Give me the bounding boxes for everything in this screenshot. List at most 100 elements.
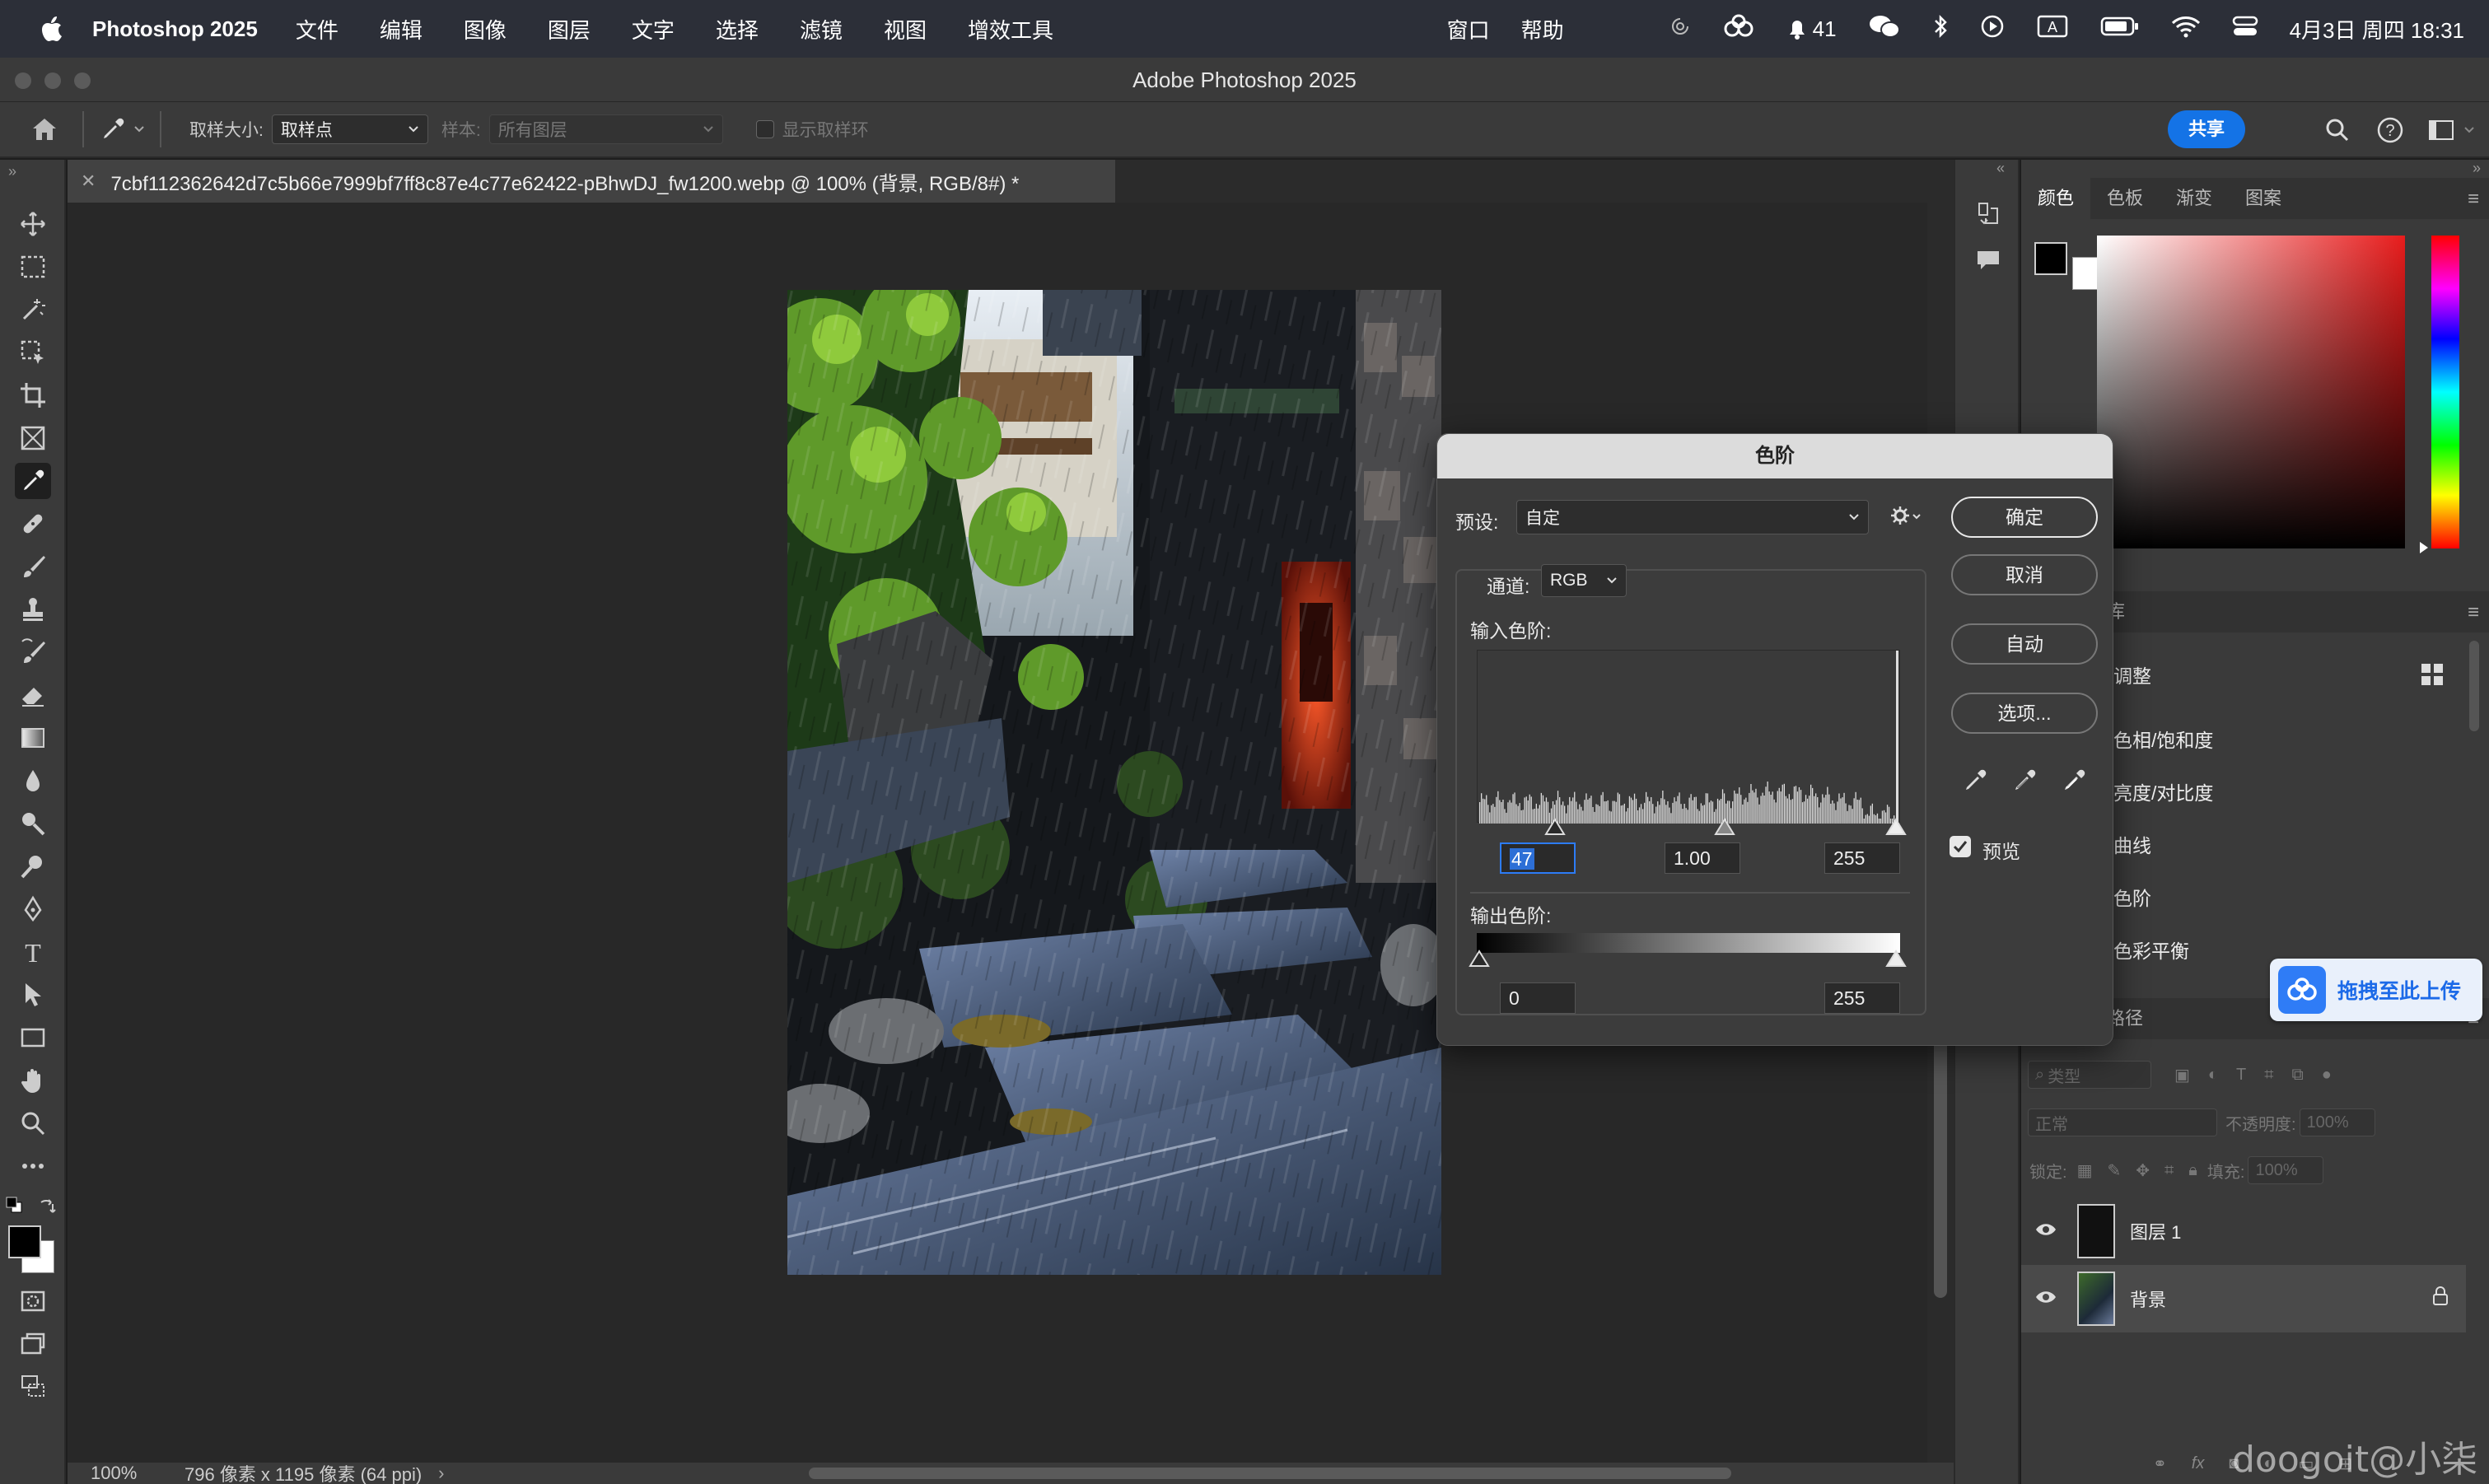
input-black-slider[interactable] — [1544, 818, 1566, 842]
object-selection-tool-icon[interactable] — [15, 292, 51, 328]
input-gamma-slider[interactable] — [1714, 818, 1735, 842]
crop-tool-icon[interactable] — [15, 377, 51, 413]
hand-tool-icon[interactable] — [15, 1062, 51, 1099]
filter-toggle-icon[interactable]: ● — [2322, 1066, 2332, 1085]
preview-checkbox[interactable] — [1950, 836, 1971, 857]
screen-mode-icon[interactable] — [15, 1326, 51, 1362]
share-button[interactable]: 共享 — [2168, 110, 2245, 148]
zoom-tool-icon[interactable] — [15, 1105, 51, 1141]
default-colors-icon[interactable] — [5, 1196, 23, 1220]
output-white-field[interactable]: 255 — [1824, 982, 1900, 1014]
adjustment-brightness-contrast[interactable]: 亮度/对比度 — [2113, 777, 2213, 805]
marquee-tool-icon[interactable] — [15, 249, 51, 285]
color-panel-foreground-swatch[interactable] — [2034, 242, 2067, 275]
adjustment-curves[interactable]: 曲线 — [2113, 830, 2151, 858]
brush-tool-icon[interactable] — [15, 548, 51, 585]
menu-file[interactable]: 文件 — [296, 14, 339, 44]
adjustment-color-balance[interactable]: 色彩平衡 — [2113, 936, 2189, 964]
layer-name[interactable]: 图层 1 — [2130, 1218, 2181, 1244]
quick-selection-tool-icon[interactable] — [15, 334, 51, 371]
dodge-tool-icon[interactable] — [15, 805, 51, 842]
lock-position-icon[interactable]: ✥ — [2136, 1160, 2150, 1181]
apple-icon[interactable] — [36, 12, 69, 45]
input-white-field[interactable]: 255 — [1824, 842, 1900, 874]
preset-options-gear-icon[interactable] — [1889, 503, 1922, 534]
history-icon[interactable] — [1972, 198, 2005, 231]
comments-icon[interactable] — [1972, 244, 2005, 277]
zoom-window-button[interactable] — [74, 72, 91, 89]
menu-type[interactable]: 文字 — [632, 14, 675, 44]
search-icon[interactable] — [2323, 115, 2352, 145]
lock-icon[interactable] — [2431, 1286, 2449, 1312]
panel-menu-icon[interactable]: ≡ — [2468, 188, 2479, 211]
wifi-icon[interactable] — [2171, 15, 2201, 44]
close-window-button[interactable] — [15, 72, 31, 89]
workspace-icon[interactable] — [2426, 115, 2456, 145]
layer-filter-dropdown[interactable]: ⌕ 类型 — [2028, 1061, 2151, 1089]
ok-button[interactable]: 确定 — [1951, 497, 2098, 538]
chevron-down-icon[interactable] — [2461, 115, 2477, 145]
blur-tool-icon[interactable] — [15, 763, 51, 799]
opacity-field[interactable]: 100% — [2299, 1108, 2375, 1136]
cancel-button[interactable]: 取消 — [1951, 554, 2098, 595]
layer-row[interactable]: 图层 1 — [2021, 1197, 2466, 1265]
horizontal-scrollbar-thumb[interactable] — [809, 1468, 1731, 1479]
tool-preset-picker[interactable] — [99, 115, 145, 143]
visibility-eye-icon[interactable] — [2034, 1288, 2062, 1309]
collapse-strip-icon[interactable]: « — [1996, 160, 2005, 177]
zoom-level[interactable]: 100% — [68, 1463, 166, 1484]
tab-swatches[interactable]: 色板 — [2090, 178, 2160, 219]
input-method-icon[interactable]: A — [2036, 14, 2069, 44]
blend-mode-dropdown[interactable]: 正常 — [2028, 1108, 2217, 1136]
hue-slider-handle[interactable] — [2420, 542, 2428, 553]
frame-tool-icon[interactable] — [15, 420, 51, 456]
output-white-slider[interactable] — [1885, 950, 1907, 973]
clone-stamp-tool-icon[interactable] — [15, 591, 51, 628]
grid-view-icon[interactable] — [2420, 662, 2445, 693]
menu-filter[interactable]: 滤镜 — [800, 14, 843, 44]
history-brush-tool-icon[interactable] — [15, 634, 51, 670]
output-black-field[interactable]: 0 — [1500, 982, 1576, 1014]
document-tab[interactable]: ✕ 7cbf112362642d7c5b66e7999bf7ff8c87e4c7… — [68, 160, 1115, 203]
filter-shape-icon[interactable]: ⌗ — [2264, 1066, 2273, 1085]
close-tab-icon[interactable]: ✕ — [81, 170, 96, 192]
play-circle-icon[interactable] — [1980, 14, 2005, 44]
fx-icon[interactable]: fx — [2192, 1454, 2205, 1473]
quick-mask-icon[interactable] — [15, 1283, 51, 1319]
channel-dropdown[interactable]: RGB — [1541, 564, 1627, 597]
eraser-tool-icon[interactable] — [15, 677, 51, 713]
pen-tool-icon[interactable] — [15, 891, 51, 927]
hue-slider[interactable] — [2431, 236, 2459, 548]
gray-point-eyedropper-icon[interactable] — [2010, 767, 2038, 800]
adjustment-hue-saturation[interactable]: 色相/饱和度 — [2113, 725, 2213, 753]
tab-gradients[interactable]: 渐变 — [2160, 178, 2229, 219]
sample-size-dropdown[interactable]: 取样点 — [271, 114, 428, 144]
minimize-window-button[interactable] — [44, 72, 61, 89]
filter-adjustment-icon[interactable]: ◐ — [2208, 1066, 2218, 1085]
menu-edit[interactable]: 编辑 — [380, 14, 423, 44]
lock-paint-icon[interactable]: ✎ — [2107, 1160, 2121, 1181]
filter-type-icon[interactable]: T — [2236, 1066, 2246, 1085]
menu-select[interactable]: 选择 — [716, 14, 759, 44]
layer-row-selected[interactable]: 背景 — [2021, 1265, 2466, 1332]
tab-color[interactable]: 颜色 — [2021, 178, 2091, 219]
adjustment-levels[interactable]: 色阶 — [2113, 883, 2151, 911]
upload-widget[interactable]: 拖拽至此上传 — [2270, 959, 2482, 1021]
white-point-eyedropper-icon[interactable] — [2060, 767, 2088, 800]
auto-button[interactable]: 自动 — [1951, 623, 2098, 665]
home-button[interactable] — [21, 106, 68, 152]
fill-field[interactable]: 100% — [2248, 1156, 2324, 1184]
output-black-slider[interactable] — [1469, 950, 1490, 973]
healing-brush-tool-icon[interactable] — [15, 506, 51, 542]
input-black-field[interactable]: 47 — [1500, 842, 1576, 874]
swirl-icon[interactable] — [1669, 16, 1691, 43]
more-tools-icon[interactable] — [15, 1148, 51, 1184]
menu-image[interactable]: 图像 — [464, 14, 507, 44]
color-field[interactable] — [2097, 236, 2405, 548]
lock-all-icon[interactable]: 🔒︎ — [2188, 1161, 2197, 1180]
foreground-color-swatch[interactable] — [8, 1225, 41, 1258]
link-layers-icon[interactable]: ⚭ — [2153, 1454, 2167, 1474]
swap-colors-icon[interactable] — [38, 1196, 58, 1221]
visibility-eye-icon[interactable] — [2034, 1220, 2062, 1242]
move-tool-icon[interactable] — [15, 206, 51, 242]
